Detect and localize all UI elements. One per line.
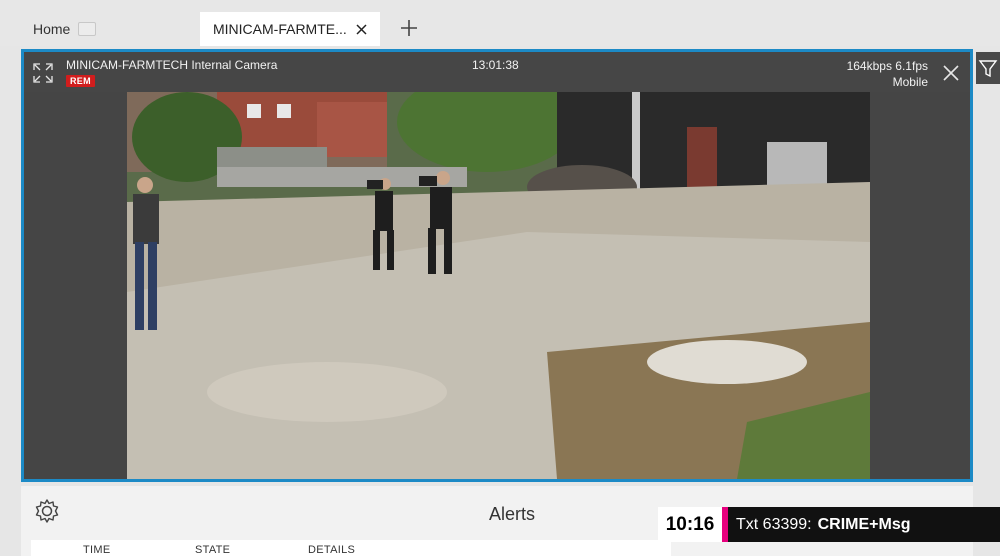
- expand-icon[interactable]: [32, 62, 54, 84]
- camera-fps: 6.1fps: [895, 59, 928, 73]
- filter-button[interactable]: [976, 52, 1000, 84]
- broadcast-ticker: 10:16 Txt 63399: CRIME+Msg: [658, 507, 1000, 542]
- filter-icon: [978, 60, 998, 78]
- column-header-state[interactable]: STATE: [195, 544, 230, 556]
- tab-camera-label: MINICAM-FARMTE...: [213, 21, 347, 37]
- alerts-title: Alerts: [489, 504, 536, 524]
- camera-video-feed[interactable]: [127, 92, 870, 479]
- column-header-details[interactable]: DETAILS: [308, 544, 355, 556]
- ticker-clock: 10:16: [658, 507, 722, 542]
- tab-camera[interactable]: MINICAM-FARMTE...: [200, 12, 380, 46]
- camera-stats: 164kbps 6.1fps Mobile: [847, 58, 928, 90]
- rec-badge: REM: [66, 75, 95, 87]
- ticker-message: Txt 63399: CRIME+Msg: [728, 507, 1000, 542]
- gear-icon[interactable]: [33, 497, 61, 525]
- plus-icon[interactable]: [398, 17, 420, 39]
- camera-title: MINICAM-FARMTECH Internal Camera: [66, 58, 278, 72]
- tab-home[interactable]: Home: [18, 12, 194, 46]
- tab-close-icon[interactable]: [352, 20, 370, 38]
- close-icon[interactable]: [942, 64, 960, 82]
- tab-bar: Home MINICAM-FARMTE...: [0, 0, 1000, 46]
- camera-header: MINICAM-FARMTECH Internal Camera REM 13:…: [24, 52, 970, 92]
- app-window: Home MINICAM-FARMTE... MINICAM-FARMTECH …: [0, 0, 1000, 556]
- camera-mode: Mobile: [892, 75, 928, 89]
- ticker-prefix: Txt 63399:: [736, 515, 812, 533]
- alerts-table-header: TIME STATE DETAILS: [31, 540, 671, 556]
- ticker-keyword: CRIME+Msg: [817, 515, 911, 533]
- column-header-time[interactable]: TIME: [83, 544, 110, 556]
- camera-viewport: MINICAM-FARMTECH Internal Camera REM 13:…: [24, 52, 970, 479]
- camera-timestamp: 13:01:38: [472, 58, 519, 72]
- camera-bitrate: 164kbps: [846, 59, 892, 73]
- home-tab-icon: [78, 22, 97, 36]
- camera-view[interactable]: MINICAM-FARMTECH Internal Camera REM 13:…: [21, 49, 973, 482]
- tab-home-label: Home: [33, 21, 71, 37]
